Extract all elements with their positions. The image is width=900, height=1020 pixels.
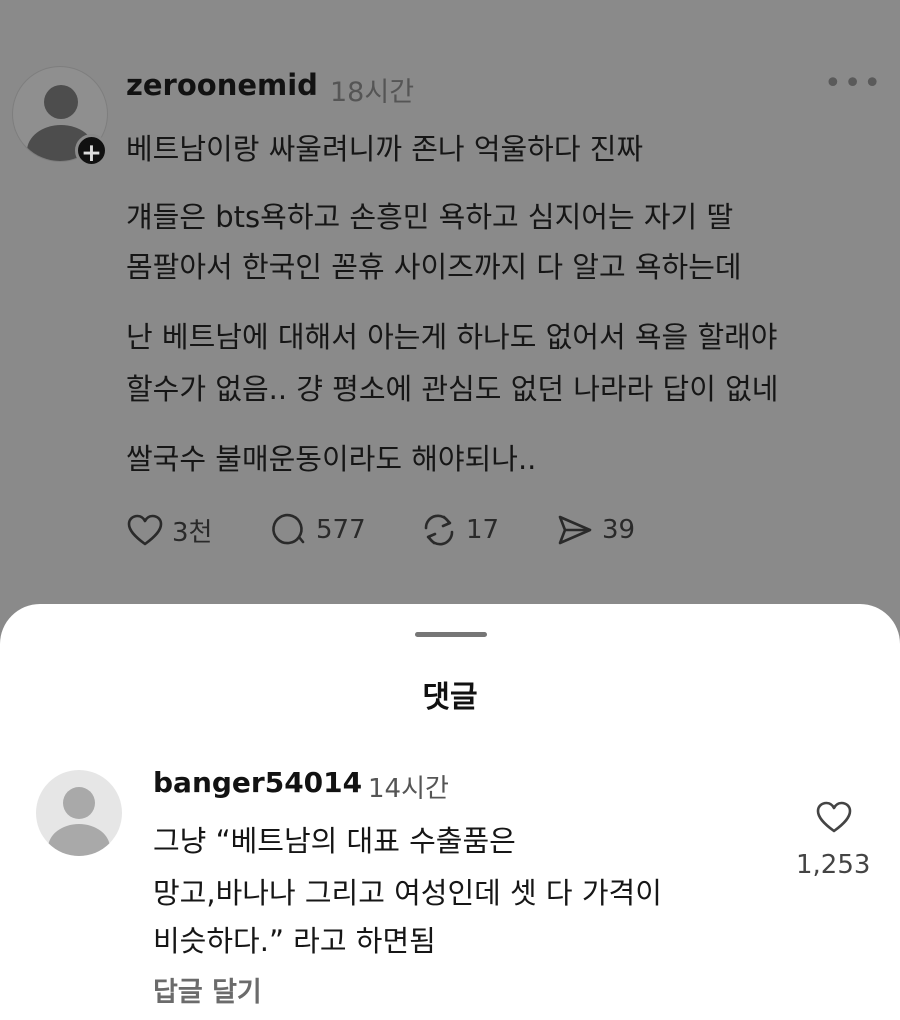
comment-button[interactable]: 577 [270,510,366,550]
sheet-title: 댓글 [422,680,478,715]
like-button[interactable]: 3천 [126,510,212,550]
heart-icon [127,514,163,546]
comment-text-line: 망고,바나나 그리고 여성인데 셋 다 가격이 [153,876,662,910]
post-timestamp: 18시간 [330,77,415,108]
comment-text-line: 비슷하다.” 라고 하면됨 [153,924,436,958]
comments-sheet: 댓글 banger54014 14시간 그냥 “베트남의 대표 수출품은 망고,… [0,604,900,1020]
post-text-line: 몸팔아서 한국인 꼳휴 사이즈까지 다 알고 욕하는데 [126,250,742,284]
share-button[interactable]: 39 [556,510,635,550]
repost-icon [424,514,454,546]
sheet-drag-handle[interactable] [415,632,487,637]
comment-icon [272,513,305,545]
post-text-line: 베트남이랑 싸울려니까 존나 억울하다 진짜 [126,132,644,166]
share-count: 39 [602,515,636,545]
share-icon [558,515,592,545]
comment-timestamp: 14시간 [368,774,449,804]
post-text-line: 할수가 없음.. 걍 평소에 관심도 없던 나라라 답이 없네 [126,372,779,406]
reply-button[interactable]: 답글 달기 [153,970,262,1009]
comment-count: 577 [316,515,366,545]
plus-icon[interactable]: + [75,134,108,167]
like-count: 3천 [172,517,213,548]
post-text-line: 쌀국수 불매운동이라도 해야되나.. [126,442,537,476]
comment-heart-icon[interactable] [815,800,853,834]
comment-text-line: 그냥 “베트남의 대표 수출품은 [153,824,516,858]
comment-username[interactable]: banger54014 [153,766,362,799]
post-text-line: 난 베트남에 대해서 아는게 하나도 없어서 욕을 할래야 [126,320,778,354]
post: + zeroonemid 18시간 ••• 베트남이랑 싸울려니까 존나 억울하… [0,0,900,640]
comment-like-count: 1,253 [796,850,871,880]
post-username[interactable]: zeroonemid [126,68,318,102]
repost-button[interactable]: 17 [420,510,499,550]
post-text-line: 걔들은 bts욕하고 손흥민 욕하고 심지어는 자기 딸 [126,200,734,234]
repost-count: 17 [466,515,500,545]
comment-author-avatar[interactable] [36,770,122,856]
more-icon[interactable]: ••• [824,66,883,101]
